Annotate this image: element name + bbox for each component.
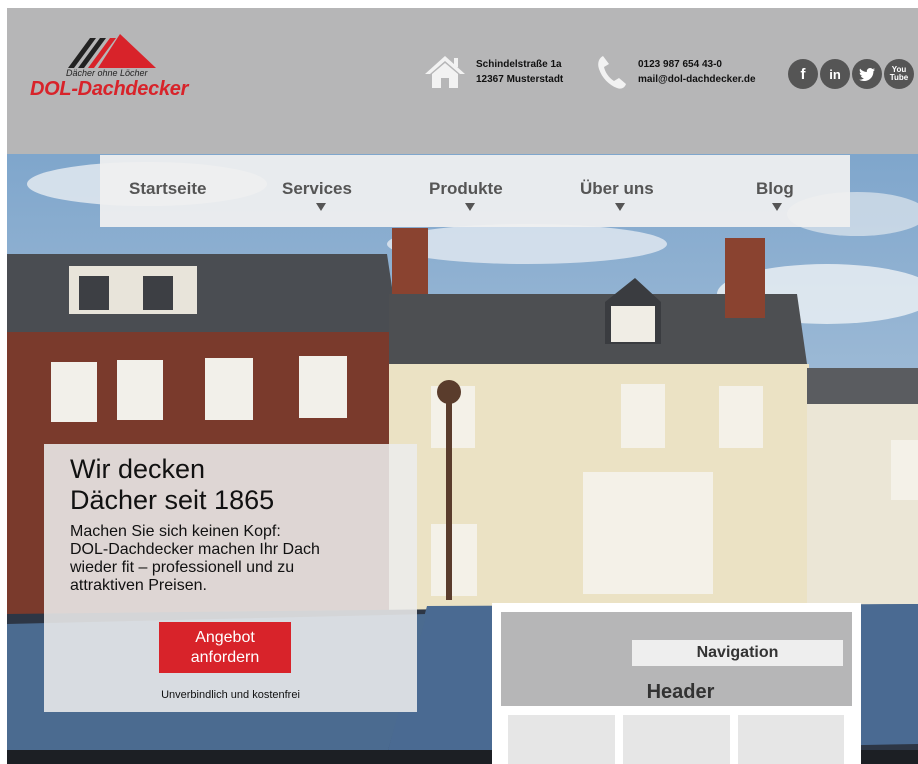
- home-icon: [424, 52, 466, 92]
- nav-item-produkte[interactable]: Produkte: [429, 179, 503, 199]
- layout-wireframe: Navigation Header: [492, 603, 861, 764]
- wireframe-column-2: [623, 715, 730, 764]
- nav-item-services[interactable]: Services: [282, 179, 352, 199]
- produkte-dropdown-arrow-icon[interactable]: [465, 203, 475, 211]
- twitter-icon[interactable]: [852, 59, 882, 89]
- wireframe-navigation-label: Navigation: [632, 640, 843, 666]
- email-link[interactable]: mail@dol-dachdecker.de: [638, 72, 756, 87]
- wireframe-column-1: [508, 715, 615, 764]
- nav-item-blog[interactable]: Blog: [756, 179, 794, 199]
- blog-dropdown-arrow-icon[interactable]: [772, 203, 782, 211]
- wireframe-column-3: [738, 715, 844, 764]
- logo-name: DOL-Dachdecker: [30, 78, 189, 100]
- linkedin-icon[interactable]: in: [820, 59, 850, 89]
- logo-tagline: Dächer ohne Löcher: [66, 68, 148, 78]
- address-block: Schindelstraße 1a 12367 Musterstadt: [424, 52, 563, 92]
- address-line-1: Schindelstraße 1a: [476, 59, 562, 70]
- youtube-icon[interactable]: You Tube: [884, 59, 914, 89]
- promo-box: Wir decken Dächer seit 1865 Machen Sie s…: [44, 444, 417, 712]
- nav-item-startseite[interactable]: Startseite: [129, 179, 206, 199]
- facebook-icon[interactable]: f: [788, 59, 818, 89]
- social-links: f in You Tube: [788, 59, 914, 89]
- services-dropdown-arrow-icon[interactable]: [316, 203, 326, 211]
- phone-number[interactable]: 0123 987 654 43-0: [638, 57, 756, 72]
- promo-note: Unverbindlich und kostenfrei: [161, 689, 300, 701]
- main-navigation: Startseite Services Produkte Über uns Bl…: [100, 155, 850, 227]
- address-line-2: 12367 Musterstadt: [476, 74, 564, 85]
- nav-item-ueber-uns[interactable]: Über uns: [580, 179, 654, 199]
- ueber-uns-dropdown-arrow-icon[interactable]: [615, 203, 625, 211]
- promo-headline: Wir decken Dächer seit 1865: [70, 454, 275, 515]
- phone-icon: [596, 52, 628, 92]
- wireframe-header-area: Navigation Header: [501, 612, 852, 706]
- request-offer-button[interactable]: Angebot anfordern: [159, 622, 291, 673]
- wireframe-header-label: Header: [646, 681, 715, 703]
- promo-text: Machen Sie sich keinen Kopf: DOL-Dachdec…: [70, 523, 320, 594]
- roof-logo-icon: [68, 34, 156, 68]
- contact-info-block: 0123 987 654 43-0 mail@dol-dachdecker.de: [596, 52, 756, 92]
- page: Dächer ohne Löcher DOL-Dachdecker Schind…: [0, 0, 918, 764]
- logo[interactable]: Dächer ohne Löcher DOL-Dachdecker: [30, 34, 220, 104]
